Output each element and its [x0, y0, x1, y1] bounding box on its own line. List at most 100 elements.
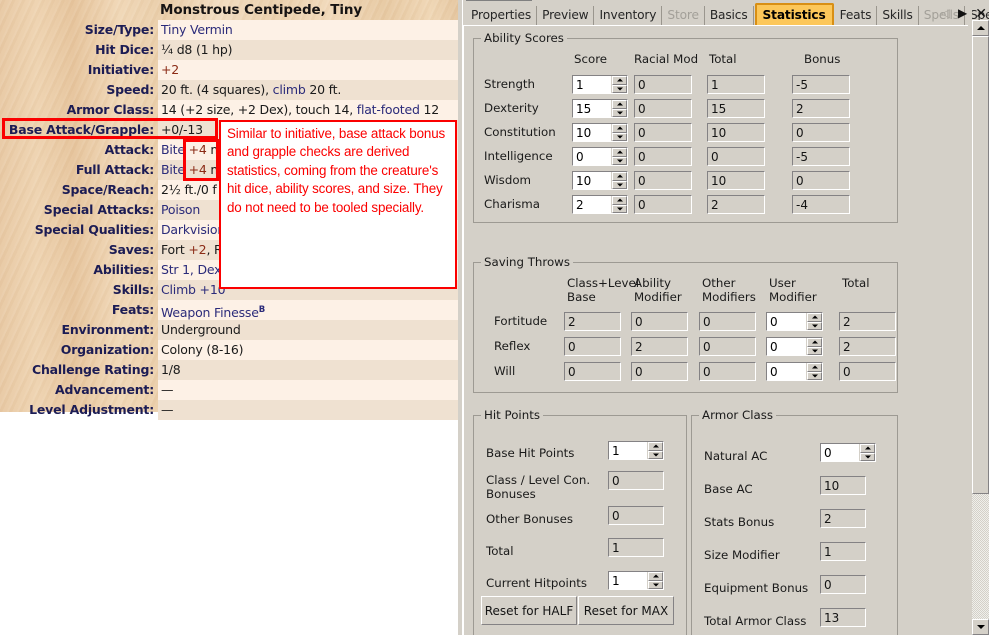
statblock-row-label: Initiative: [87, 62, 154, 77]
hit-points-current-hitpoints-input[interactable]: 1 [608, 571, 664, 590]
reset-half-button[interactable]: Reset for HALF [481, 596, 577, 625]
hit-points-current-hitpoints-input-value[interactable]: 1 [609, 572, 647, 589]
spinner-down-icon[interactable] [648, 580, 663, 589]
tab-properties[interactable]: Properties [466, 6, 538, 25]
spinner-up-icon[interactable] [860, 444, 875, 453]
ac-label-2: Stats Bonus [704, 515, 775, 529]
statblock-row: Initiative: +2 [0, 60, 458, 80]
statblock-row-label: Space/Reach: [61, 182, 154, 197]
statblock-row-value: — [158, 400, 458, 420]
close-icon[interactable]: ✕ [975, 6, 987, 20]
spinner-down-icon[interactable] [612, 204, 627, 213]
spinner-down-icon[interactable] [860, 452, 875, 461]
save-ability-reflex: 2 [631, 337, 688, 356]
spinner-down-icon[interactable] [612, 156, 627, 165]
group-hit-points: Hit Points Base Hit Points 1 Class / Level… [473, 408, 687, 635]
ability-score-input-intelligence[interactable]: 0 [572, 147, 628, 166]
spinner-down-icon[interactable] [807, 371, 822, 380]
ability-score-input-constitution-value[interactable]: 10 [573, 124, 611, 141]
ability-score-input-charisma[interactable]: 2 [572, 195, 628, 214]
tab-inventory[interactable]: Inventory [594, 6, 663, 25]
save-other-fortitude: 0 [699, 312, 756, 331]
scroll-down-arrow-icon[interactable] [972, 619, 989, 635]
armor-class-natural-ac-input[interactable]: 0 [820, 443, 876, 462]
spinner-up-icon[interactable] [648, 442, 663, 451]
tab-store: Store [662, 6, 705, 25]
tab-feats[interactable]: Feats [835, 6, 878, 25]
save-user-input-reflex[interactable]: 0 [766, 337, 823, 356]
column-header-ability-2: Total [709, 52, 737, 66]
spinner-up-icon[interactable] [612, 76, 627, 85]
ability-score-input-wisdom-value[interactable]: 10 [573, 172, 611, 189]
ability-score-input-wisdom[interactable]: 10 [572, 171, 628, 190]
spinner-up-icon[interactable] [807, 313, 822, 322]
save-user-input-will-value[interactable]: 0 [767, 363, 806, 380]
save-user-input-will[interactable]: 0 [766, 362, 823, 381]
ac-label-4: Equipment Bonus [704, 581, 809, 595]
statblock-row-label: Special Qualities: [34, 222, 155, 237]
spinner-down-icon[interactable] [612, 132, 627, 141]
ability-score-input-strength[interactable]: 1 [572, 75, 628, 94]
save-ability-fortitude: 0 [631, 312, 688, 331]
scrollbar-thumb[interactable] [972, 36, 989, 494]
ac-label-3: Size Modifier [704, 548, 780, 562]
spinner-up-icon[interactable] [612, 172, 627, 181]
armor-class-natural-ac-input-value[interactable]: 0 [821, 444, 859, 461]
tab-skills[interactable]: Skills [877, 6, 919, 25]
spinner-down-icon[interactable] [612, 180, 627, 189]
tab-preview[interactable]: Preview [537, 6, 595, 25]
ability-score-input-dexterity[interactable]: 15 [572, 99, 628, 118]
reset-max-button[interactable]: Reset for MAX [578, 596, 674, 625]
ability-score-input-strength-value[interactable]: 1 [573, 76, 611, 93]
statblock-row-label: Saves: [108, 242, 155, 257]
column-header-save-3-line1: User [769, 276, 796, 290]
spinner-down-icon[interactable] [612, 108, 627, 117]
ability-score-input-charisma-value[interactable]: 2 [573, 196, 611, 213]
spinner-down-icon[interactable] [807, 346, 822, 355]
spinner-up-icon[interactable] [612, 100, 627, 109]
group-saving-throws: Saving Throws Class+Level Ability Other Use… [473, 255, 898, 393]
save-user-input-fortitude-value[interactable]: 0 [767, 313, 806, 330]
spinner-down-icon[interactable] [648, 450, 663, 459]
tab-statistics[interactable]: Statistics [754, 3, 834, 25]
ability-racial-constitution: 0 [634, 123, 692, 142]
statblock-row: Speed: 20 ft. (4 squares), climb 20 ft. [0, 80, 458, 100]
spinner-up-icon[interactable] [612, 196, 627, 205]
ability-score-input-dexterity-value[interactable]: 15 [573, 100, 611, 117]
vertical-scrollbar[interactable] [971, 20, 989, 635]
ability-score-input-constitution[interactable]: 10 [572, 123, 628, 142]
spinner-down-icon[interactable] [807, 321, 822, 330]
annotation-callout-text: Similar to initiative, base attack bonus… [227, 126, 446, 215]
scroll-up-arrow-icon[interactable] [972, 20, 989, 36]
armor-class-size-modifier-field: 1 [820, 542, 866, 561]
tab-basics[interactable]: Basics [705, 6, 754, 25]
spinner-up-icon[interactable] [612, 124, 627, 133]
ability-score-input-intelligence-value[interactable]: 0 [573, 148, 611, 165]
chevron-left-icon[interactable]: ◁ [941, 6, 950, 20]
hp-label-1-line1: Class / Level Con. [486, 473, 591, 487]
tab-strip: Properties Preview Inventory Store Basics Sta… [463, 0, 989, 25]
ability-racial-strength: 0 [634, 75, 692, 94]
ac-label-1: Base AC [704, 482, 753, 496]
ability-racial-wisdom: 0 [634, 171, 692, 190]
armor-class-base-ac-field: 10 [820, 476, 866, 495]
save-base-fortitude: 2 [564, 312, 621, 331]
chevron-right-icon[interactable]: ▶ [958, 6, 967, 20]
tab-content-statistics: Ability Scores Score Racial Mod Total Bonus… [463, 25, 968, 635]
hit-points-base-hit-points-input[interactable]: 1 [608, 441, 664, 460]
spinner-up-icon[interactable] [807, 363, 822, 372]
row-label-will: Will [494, 364, 516, 378]
spinner-up-icon[interactable] [612, 148, 627, 157]
save-user-input-reflex-value[interactable]: 0 [767, 338, 806, 355]
hit-points-base-hit-points-input-value[interactable]: 1 [609, 442, 647, 459]
save-user-input-fortitude[interactable]: 0 [766, 312, 823, 331]
spinner-up-icon[interactable] [648, 572, 663, 581]
creature-name: Monstrous Centipede, Tiny [160, 2, 363, 18]
ac-label-5: Total Armor Class [704, 614, 807, 628]
spinner-up-icon[interactable] [807, 338, 822, 347]
ability-total-charisma: 2 [707, 195, 765, 214]
spinner-down-icon[interactable] [612, 84, 627, 93]
statblock-row-label: Feats: [111, 302, 154, 317]
annotation-box-attack-bonus [183, 139, 219, 181]
statblock-row-label: Organization: [60, 342, 154, 357]
